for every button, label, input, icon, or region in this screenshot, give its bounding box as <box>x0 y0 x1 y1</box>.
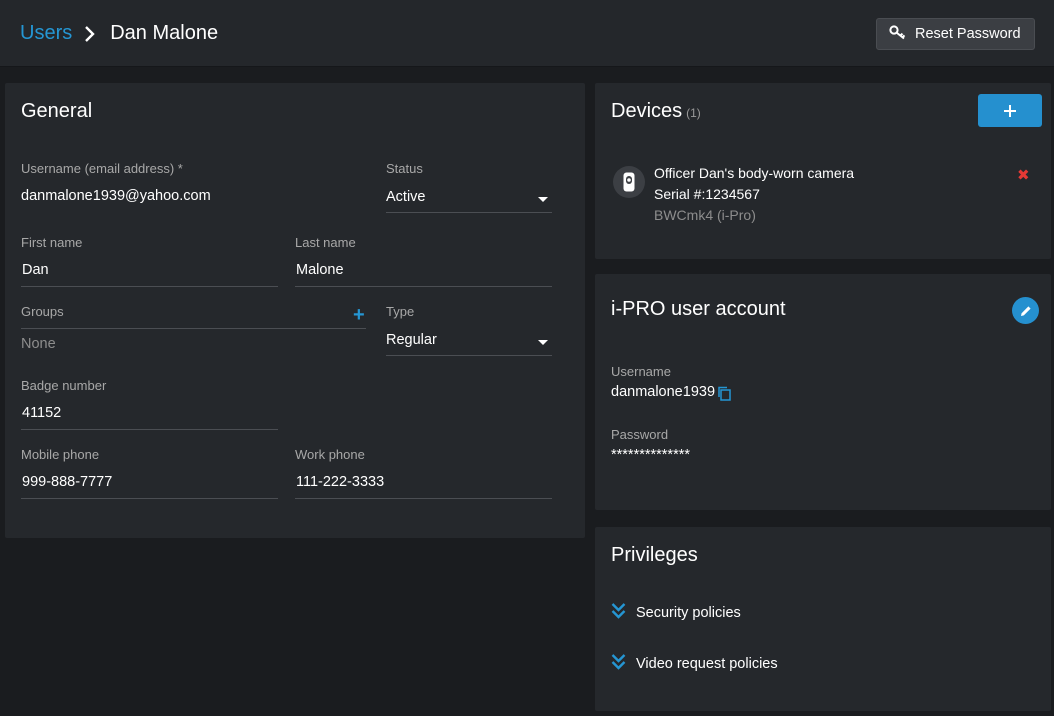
devices-title-label: Devices <box>611 100 683 122</box>
type-select[interactable]: Regular <box>386 332 437 348</box>
last-name-label: Last name <box>295 235 356 250</box>
breadcrumb-users-link[interactable]: Users <box>20 22 72 45</box>
first-name-underline <box>21 286 278 287</box>
groups-value: None <box>21 336 56 352</box>
work-phone-label: Work phone <box>295 447 365 462</box>
mobile-label: Mobile phone <box>21 447 100 462</box>
first-name-field[interactable]: Dan <box>22 262 49 278</box>
privilege-label: Security policies <box>636 605 741 621</box>
last-name-underline <box>295 286 552 287</box>
ipro-username-value: danmalone1939 <box>611 384 716 400</box>
work-phone-field[interactable]: 111-222-3333 <box>296 474 384 490</box>
username-label: Username (email address) * <box>21 161 183 176</box>
page-header: Users Dan Malone Reset Password <box>0 0 1054 67</box>
device-name[interactable]: Officer Dan's body-worn camera <box>654 165 854 181</box>
type-label: Type <box>386 304 415 319</box>
add-group-icon[interactable]: + <box>353 305 365 325</box>
badge-field[interactable]: 41152 <box>22 405 61 421</box>
reset-password-label: Reset Password <box>915 26 1021 42</box>
privilege-security-policies[interactable]: Security policies <box>611 602 741 624</box>
first-name-label: First name <box>21 235 83 250</box>
badge-label: Badge number <box>21 378 107 393</box>
general-title: General <box>21 100 93 122</box>
groups-label: Groups <box>21 304 64 319</box>
privilege-video-request-policies[interactable]: Video request policies <box>611 653 778 675</box>
ipro-password-label: Password <box>611 427 669 442</box>
mobile-field[interactable]: 999-888-7777 <box>22 474 112 490</box>
devices-title: Devices (1) <box>611 100 701 123</box>
general-card <box>5 83 585 538</box>
work-phone-underline <box>295 498 552 499</box>
devices-count: (1) <box>686 106 701 120</box>
key-icon <box>889 24 907 44</box>
status-label: Status <box>386 161 423 176</box>
edit-icon[interactable] <box>1012 297 1039 324</box>
privileges-title: Privileges <box>611 544 698 566</box>
username-value: danmalone1939@yahoo.com <box>21 188 211 204</box>
badge-underline <box>21 429 278 430</box>
ipro-username-label: Username <box>611 364 671 379</box>
add-device-button[interactable] <box>978 94 1042 127</box>
ipro-password-value: ************** <box>611 447 690 463</box>
chevron-down-icon[interactable] <box>538 340 548 345</box>
breadcrumb: Users Dan Malone <box>20 22 218 45</box>
chevron-down-icon[interactable] <box>538 197 548 202</box>
mobile-underline <box>21 498 278 499</box>
device-model: BWCmk4 (i-Pro) <box>654 207 756 223</box>
double-chevron-down-icon <box>611 653 626 675</box>
status-underline <box>386 212 552 213</box>
last-name-field[interactable]: Malone <box>296 262 344 278</box>
status-select[interactable]: Active <box>386 189 426 205</box>
privilege-label: Video request policies <box>636 656 778 672</box>
double-chevron-down-icon <box>611 602 626 624</box>
chevron-right-icon <box>78 24 104 44</box>
remove-device-icon[interactable]: ✖ <box>1017 166 1030 184</box>
camera-icon <box>613 166 645 198</box>
reset-password-button[interactable]: Reset Password <box>876 18 1035 50</box>
groups-divider <box>21 328 366 329</box>
copy-icon[interactable] <box>717 386 732 406</box>
ipro-account-title: i-PRO user account <box>611 298 786 320</box>
type-underline <box>386 355 552 356</box>
page-title: Dan Malone <box>110 22 219 44</box>
device-serial: Serial #:1234567 <box>654 186 760 202</box>
